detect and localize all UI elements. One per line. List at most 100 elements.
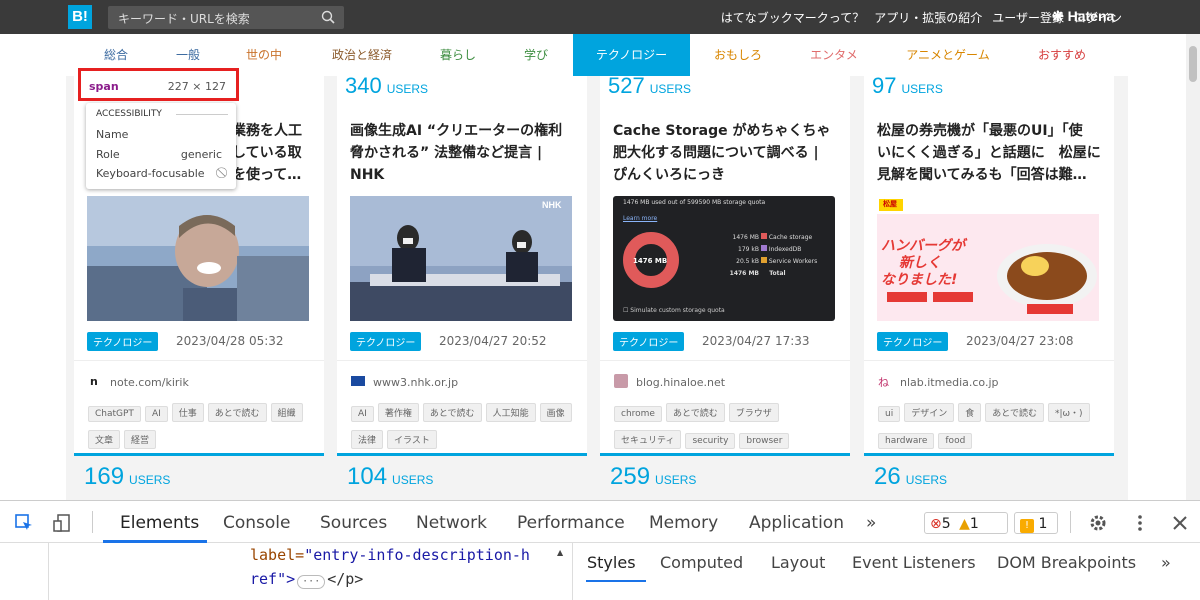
tag-chip[interactable]: あとで読む [665, 403, 725, 422]
category-tab-society[interactable]: 世の中 [236, 34, 292, 76]
entry-category-badge[interactable]: テクノロジー [350, 332, 422, 351]
entry-users-count[interactable]: 340 USERS [345, 73, 428, 99]
entry-users-count[interactable]: 169 USERS [84, 463, 170, 491]
entry-source[interactable]: nlab.itmedia.co.jp [900, 376, 999, 389]
devtools-tab-sources[interactable]: Sources [320, 513, 387, 533]
dom-scroll-up-icon[interactable]: ▲ [557, 548, 563, 557]
entry-users-count[interactable]: 26 USERS [874, 463, 947, 491]
tag-chip[interactable]: 仕事 [171, 403, 204, 422]
tag-chip[interactable]: AI [144, 406, 168, 422]
entry-card[interactable]: 97 USERS 松屋の券売機が「最悪のUI」「使 いにくく過ぎる」と話題に 松屋… [864, 73, 1114, 454]
link-about[interactable]: はてなブックマークって？ [721, 9, 864, 26]
category-tab-life[interactable]: 暮らし [430, 34, 486, 76]
device-toolbar-icon[interactable] [52, 513, 72, 533]
tag-chip[interactable]: 文章 [88, 430, 121, 449]
hatena-bookmark-logo[interactable]: B! [68, 5, 92, 29]
tag-chip[interactable]: ChatGPT [88, 406, 141, 422]
category-tab-anime-game[interactable]: アニメとゲーム [898, 34, 998, 76]
tag-chip[interactable]: 人工知能 [485, 403, 536, 422]
subtab-event-listeners[interactable]: Event Listeners [852, 553, 976, 572]
settings-gear-icon[interactable] [1088, 513, 1108, 533]
entry-users-count[interactable]: 104 USERS [347, 463, 433, 491]
entry-thumbnail[interactable] [87, 196, 309, 321]
dom-line[interactable]: label="entry-info-description-h [250, 543, 530, 567]
tag-chip[interactable]: food [938, 433, 973, 449]
search-icon[interactable] [320, 9, 336, 25]
tag-chip[interactable]: 法律 [351, 430, 384, 449]
category-tab-fun[interactable]: おもしろ [706, 34, 770, 76]
tag-chip[interactable]: デザイン [904, 403, 955, 422]
issues-counter[interactable]: ! 1 [1014, 512, 1058, 534]
tag-chip[interactable]: 著作権 [377, 403, 419, 422]
category-tab-politics[interactable]: 政治と経済 [326, 34, 398, 76]
entry-source[interactable]: www3.nhk.or.jp [373, 376, 458, 389]
tag-chip[interactable]: AI [351, 406, 374, 422]
tag-chip[interactable]: セキュリティ [614, 430, 682, 449]
subtab-layout[interactable]: Layout [771, 553, 825, 572]
tag-chip[interactable]: chrome [614, 406, 662, 422]
devtools-tab-performance[interactable]: Performance [517, 513, 625, 533]
tag-chip[interactable]: 食 [958, 403, 982, 422]
tag-chip[interactable]: あとで読む [422, 403, 482, 422]
subtab-dom-breakpoints[interactable]: DOM Breakpoints [997, 553, 1136, 572]
tag-chip[interactable]: security [685, 433, 736, 449]
inspect-element-icon[interactable] [14, 513, 34, 533]
subtab-computed[interactable]: Computed [660, 553, 743, 572]
entry-title[interactable]: 松屋の券売機が「最悪のUI」「使 いにくく過ぎる」と話題に 松屋に 見解を聞いて… [877, 120, 1105, 186]
devtools-tab-memory[interactable]: Memory [649, 513, 718, 533]
search-box[interactable]: キーワード・URLを検索 [108, 6, 344, 29]
devtools-tab-network[interactable]: Network [416, 513, 487, 533]
hatena-brand[interactable]: ❋ Hatena [1052, 8, 1114, 25]
legend-row: 179 kB IndexedDB [738, 245, 802, 253]
entry-source[interactable]: blog.hinaloe.net [636, 376, 725, 389]
category-tab-learning[interactable]: 学び [508, 34, 564, 76]
tag-chip[interactable]: 組織 [270, 403, 303, 422]
error-warning-counter[interactable]: ⊗5 ▲1 [924, 512, 1008, 534]
subtab-styles[interactable]: Styles [587, 553, 636, 572]
category-tab-technology[interactable]: テクノロジー [573, 34, 690, 76]
entry-title[interactable]: 業務を人工 している取 を使って… [232, 120, 312, 186]
close-devtools-icon[interactable] [1170, 513, 1190, 533]
tag-chip[interactable]: ui [878, 406, 901, 422]
tag-chip[interactable]: あとで読む [985, 403, 1044, 422]
tag-chip[interactable]: 画像 [539, 403, 572, 422]
tag-chip[interactable]: 経営 [124, 430, 157, 449]
tag-chip[interactable]: hardware [878, 433, 935, 449]
entry-category-badge[interactable]: テクノロジー [613, 332, 685, 351]
category-tab-recommended[interactable]: おすすめ [1030, 34, 1094, 76]
tag-chip[interactable]: ブラウザ [728, 403, 779, 422]
attr-name: label= [250, 546, 305, 564]
page-scrollbar-thumb[interactable] [1189, 46, 1197, 82]
entry-users-count[interactable]: 97 USERS [872, 73, 943, 99]
entry-thumbnail[interactable]: 1476 MB used out of 599590 MB storage qu… [613, 196, 835, 321]
entry-separator [600, 453, 850, 456]
collapsed-ellipsis-icon[interactable]: ··· [297, 575, 326, 589]
devtools-tab-elements[interactable]: Elements [120, 513, 199, 533]
link-apps[interactable]: アプリ・拡張の紹介 [874, 9, 982, 26]
entry-category-badge[interactable]: テクノロジー [877, 332, 949, 351]
more-options-icon[interactable] [1130, 513, 1150, 533]
entry-title[interactable]: Cache Storage がめちゃくちゃ 肥大化する問題について調べる | ぴ… [613, 120, 841, 186]
entry-users-count[interactable]: 259 USERS [610, 463, 696, 491]
entry-title[interactable]: 画像生成AI “クリエーターの権利 脅かされる” 法整備など提言 | NHK [350, 120, 578, 186]
category-tab-entertainment[interactable]: エンタメ [800, 34, 868, 76]
entry-thumbnail[interactable]: NHK [350, 196, 572, 321]
tag-chip[interactable]: browser [739, 433, 790, 449]
page-scrollbar[interactable] [1186, 34, 1200, 500]
dom-line[interactable]: ref"> ··· </p> [250, 567, 530, 591]
entry-users-count[interactable]: 527 USERS [608, 73, 691, 99]
tag-chip[interactable]: イラスト [387, 430, 437, 449]
entry-card[interactable]: 527 USERS Cache Storage がめちゃくちゃ 肥大化する問題につ… [600, 73, 850, 454]
elements-dom-tree[interactable]: label="entry-info-description-h ref"> ···… [250, 543, 530, 591]
entry-thumbnail[interactable]: 松屋 ハンバーグが 新しく なりました! [877, 196, 1099, 321]
more-tabs-button[interactable]: » [866, 513, 876, 533]
devtools-tab-application[interactable]: Application [749, 513, 844, 533]
devtools-tab-console[interactable]: Console [223, 513, 291, 533]
tag-chip[interactable]: *|ω・) [1047, 403, 1090, 422]
entry-source[interactable]: note.com/kirik [110, 376, 189, 389]
error-count: 5 [941, 516, 951, 532]
entry-category-badge[interactable]: テクノロジー [87, 332, 159, 351]
entry-card[interactable]: 340 USERS 画像生成AI “クリエーターの権利 脅かされる” 法整備など提… [337, 73, 587, 454]
subtabs-more-button[interactable]: » [1161, 553, 1171, 572]
tag-chip[interactable]: あとで読む [207, 403, 267, 422]
